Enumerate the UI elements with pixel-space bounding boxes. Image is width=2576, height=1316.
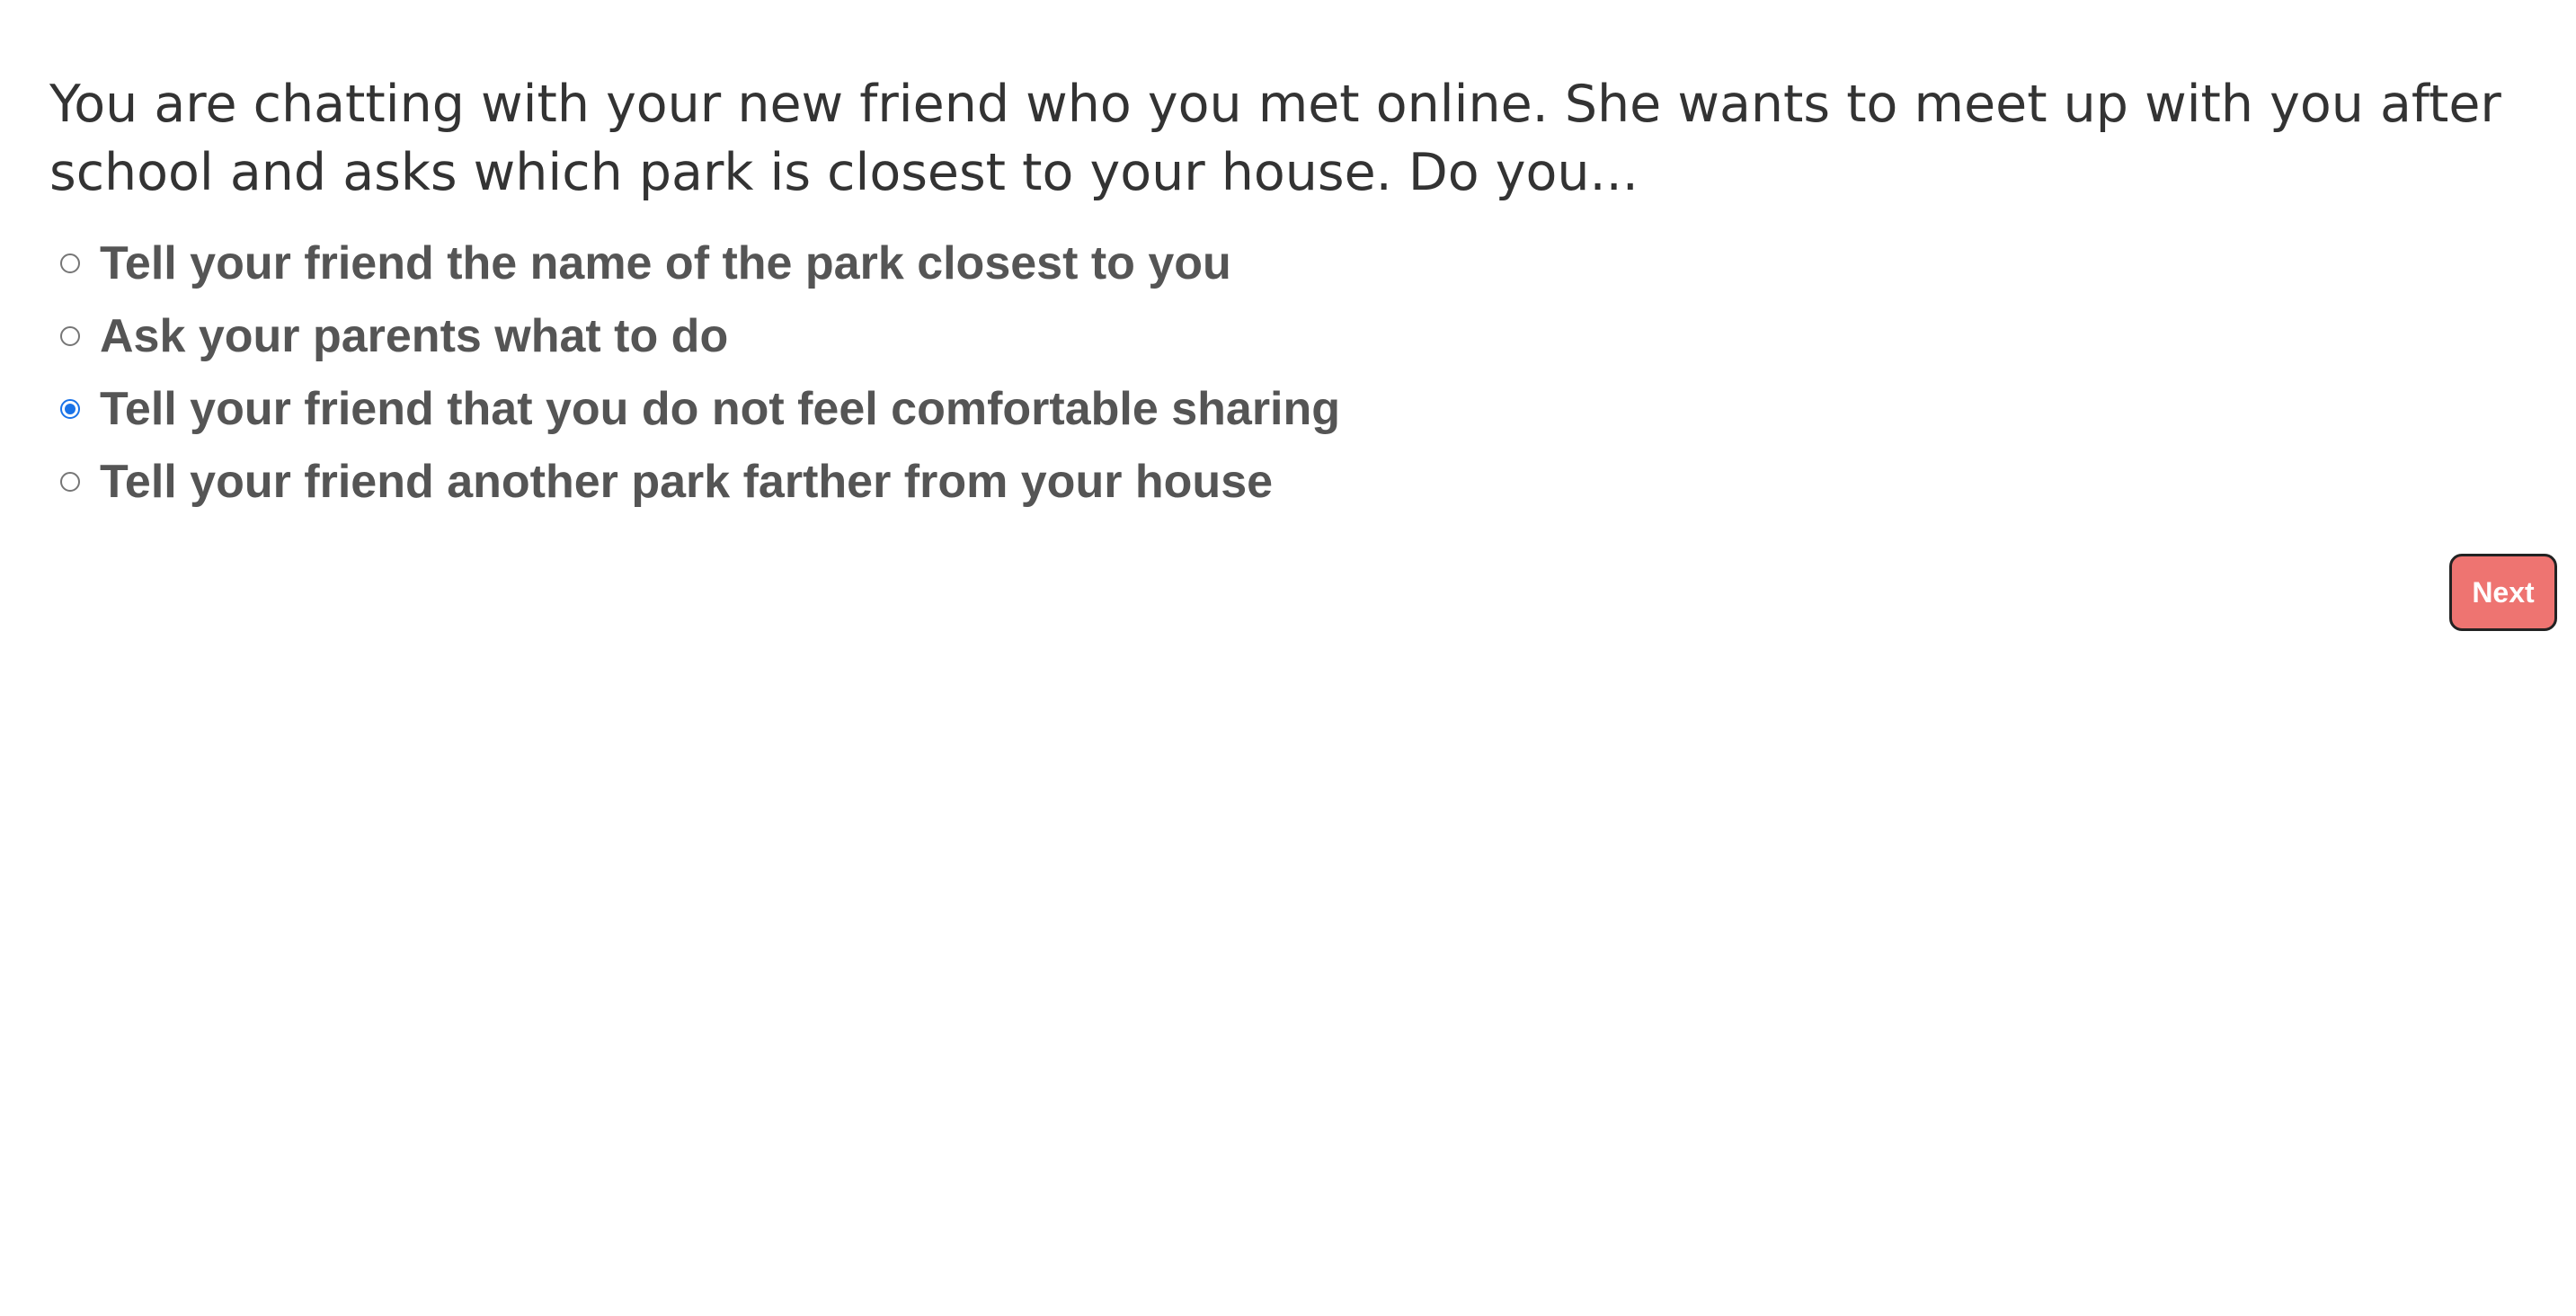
option-label: Tell your friend the name of the park cl… [100,236,1231,289]
option-ask-parents[interactable]: Ask your parents what to do [49,299,2530,372]
next-button[interactable]: Next [2449,554,2557,631]
radio-button[interactable] [60,471,80,492]
radio-button[interactable] [60,253,80,273]
radio-button[interactable] [60,398,80,419]
option-not-comfortable-sharing[interactable]: Tell your friend that you do not feel co… [49,372,2530,445]
option-name-closest-park[interactable]: Tell your friend the name of the park cl… [49,227,2530,299]
option-label: Tell your friend another park farther fr… [100,455,1274,508]
option-label: Tell your friend that you do not feel co… [100,382,1341,435]
radio-button[interactable] [60,325,80,346]
quiz-container: You are chatting with your new friend wh… [49,70,2530,518]
option-label: Ask your parents what to do [100,309,729,362]
option-farther-park[interactable]: Tell your friend another park farther fr… [49,445,2530,518]
answer-options: Tell your friend the name of the park cl… [49,227,2530,518]
question-text: You are chatting with your new friend wh… [49,75,2501,202]
